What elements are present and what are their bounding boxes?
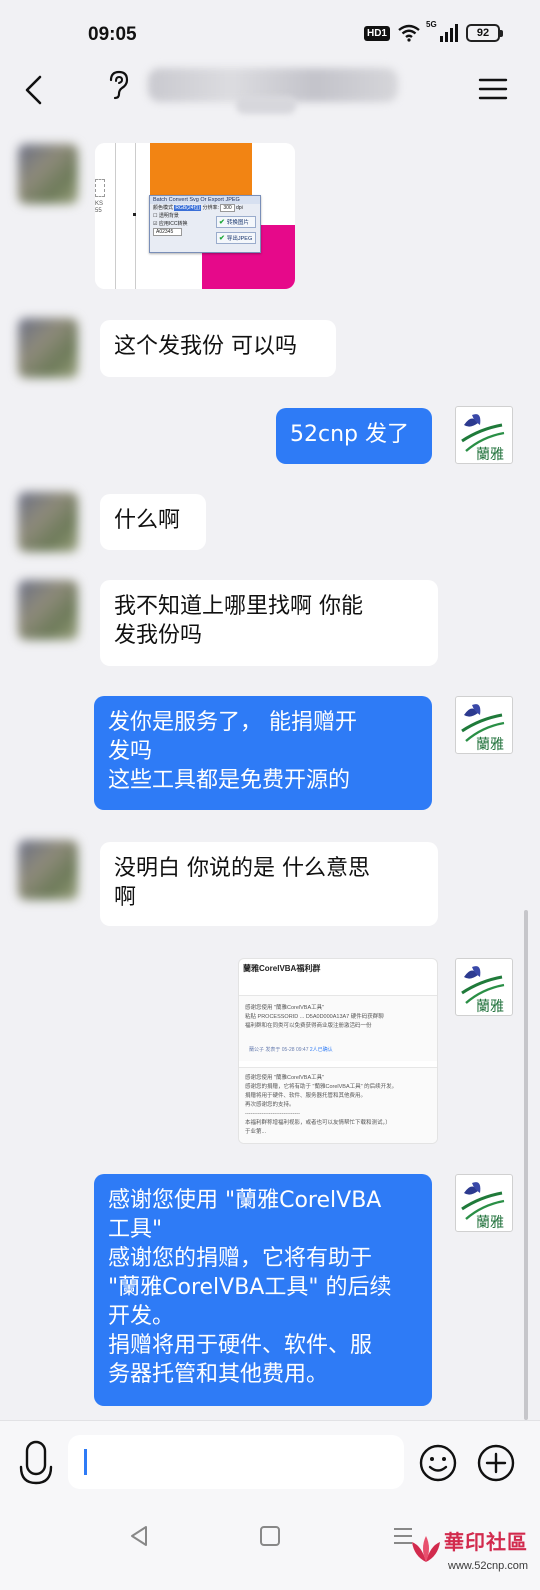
avatar-self[interactable]: 蘭雅 <box>455 406 513 464</box>
avatar-contact[interactable] <box>18 580 78 640</box>
watermark-title: 華印社區 <box>444 1530 528 1554</box>
microphone-icon[interactable] <box>18 1439 54 1489</box>
code-field: A02345 <box>153 228 183 236</box>
dialog-row-color: 颜色模式 RGB(24位) 分辨率: 300 dpi <box>150 204 260 212</box>
message-text-input[interactable] <box>68 1435 404 1489</box>
batch-convert-dialog: Batch Convert Svg Or Export JPEG 颜色模式 RG… <box>149 195 261 253</box>
lotus-logo-icon <box>412 1536 440 1562</box>
resolution-value: 300 <box>220 204 235 212</box>
orchid-logo-icon: 蘭雅 <box>461 966 505 1015</box>
message-bubble-outgoing[interactable]: 发你是服务了， 能捐赠开 发吗 这些工具都是免费开源的 <box>94 696 432 810</box>
status-bar: 09:05 HD1 5G 92 <box>0 0 540 60</box>
hamburger-menu-icon[interactable] <box>478 76 508 102</box>
chat-header <box>0 60 540 130</box>
export-jpeg-button: ✔ 导出JPEG <box>216 232 256 244</box>
color-mode-label: 颜色模式 <box>153 205 174 211</box>
dialog-title: Batch Convert Svg Or Export JPEG <box>150 196 260 204</box>
status-time: 09:05 <box>88 24 137 45</box>
message-bubble-outgoing[interactable]: 感谢您使用 "蘭雅CorelVBA 工具" 感谢您的捐赠，它将有助于 "蘭雅Co… <box>94 1174 432 1406</box>
avatar-contact[interactable] <box>18 840 78 900</box>
message-bubble-incoming[interactable]: 这个发我份 可以吗 <box>100 320 336 377</box>
color-mode-value: RGB(24位) <box>174 205 202 211</box>
scrollbar[interactable] <box>524 910 528 1420</box>
image-message[interactable]: 蘭雅CorelVBA福利群 感谢您使用 "蘭雅CorelVBA工具" 粘贴 PR… <box>238 958 438 1144</box>
avatar-contact[interactable] <box>18 318 78 378</box>
emoji-icon[interactable] <box>418 1443 458 1483</box>
transparent-bg-label: 透明背景 <box>158 213 179 219</box>
plus-circle-icon[interactable] <box>476 1443 516 1483</box>
orchid-logo-icon: 蘭雅 <box>461 414 505 463</box>
avatar-caption: 蘭雅 <box>476 1215 504 1231</box>
wifi-icon <box>398 24 420 42</box>
avatar-contact[interactable] <box>18 492 78 552</box>
convert-image-button: ✔ 转换图片 <box>216 216 256 228</box>
image-message[interactable]: KS 55 Batch Convert Svg Or Export JPEG 颜… <box>95 143 295 289</box>
post1-meta: 蘭公子 发表于 05-28 09:47 2人已确认 <box>249 1047 333 1053</box>
avatar-caption: 蘭雅 <box>476 999 504 1015</box>
text-caret <box>84 1449 87 1475</box>
orange-block <box>150 143 252 203</box>
resolution-unit: dpi <box>236 205 243 211</box>
side-label: KS 55 <box>95 201 104 214</box>
group-title: 蘭雅CorelVBA福利群 <box>243 964 321 973</box>
message-input-bar <box>0 1420 540 1510</box>
avatar-self[interactable]: 蘭雅 <box>455 958 513 1016</box>
message-bubble-incoming[interactable]: 什么啊 <box>100 494 206 550</box>
signal-icon: 5G <box>426 20 458 42</box>
triangle-back-icon[interactable] <box>128 1524 150 1548</box>
avatar-contact[interactable] <box>18 144 78 204</box>
chat-subtitle-blurred <box>236 96 296 114</box>
watermark: 華印社區 www.52cnp.com <box>402 1522 538 1588</box>
orchid-logo-icon: 蘭雅 <box>461 704 505 753</box>
avatar-caption: 蘭雅 <box>476 737 504 753</box>
message-bubble-incoming[interactable]: 我不知道上哪里找啊 你能 发我份吗 <box>100 580 438 666</box>
post2-text: 感谢您使用 "蘭雅CorelVBA工具" 感谢您的捐赠，它将有助于 "蘭雅Cor… <box>245 1075 398 1135</box>
battery-indicator: 92 <box>466 24 503 42</box>
orchid-logo-icon: 蘭雅 <box>461 1182 505 1231</box>
post1-text: 感谢您使用 "蘭雅CorelVBA工具" 粘贴 PROCESSORID ... … <box>245 1005 384 1029</box>
message-bubble-outgoing[interactable]: 52cnp 发了 <box>276 408 432 464</box>
message-bubble-incoming[interactable]: 没明白 你说的是 什么意思 啊 <box>100 842 438 926</box>
avatar-caption: 蘭雅 <box>476 447 504 463</box>
apply-icc-label: 应用ICC转换 <box>158 221 188 227</box>
ear-icon[interactable] <box>106 70 130 100</box>
post-card-2: 感谢您使用 "蘭雅CorelVBA工具" 感谢您的捐赠，它将有助于 "蘭雅Cor… <box>239 1067 437 1143</box>
chevron-left-icon[interactable] <box>18 74 50 106</box>
image-canvas-area: KS 55 Batch Convert Svg Or Export JPEG 颜… <box>95 143 295 289</box>
avatar-self[interactable]: 蘭雅 <box>455 1174 513 1232</box>
hd-badge: HD1 <box>363 25 390 41</box>
network-type-label: 5G <box>426 20 437 29</box>
status-icons: HD1 5G 92 <box>363 20 503 42</box>
avatar-self[interactable]: 蘭雅 <box>455 696 513 754</box>
post-card-1: 感谢您使用 "蘭雅CorelVBA工具" 粘贴 PROCESSORID ... … <box>239 995 437 1061</box>
resolution-label: 分辨率: <box>202 205 219 211</box>
square-home-icon[interactable] <box>260 1526 280 1546</box>
watermark-url: www.52cnp.com <box>448 1560 529 1572</box>
